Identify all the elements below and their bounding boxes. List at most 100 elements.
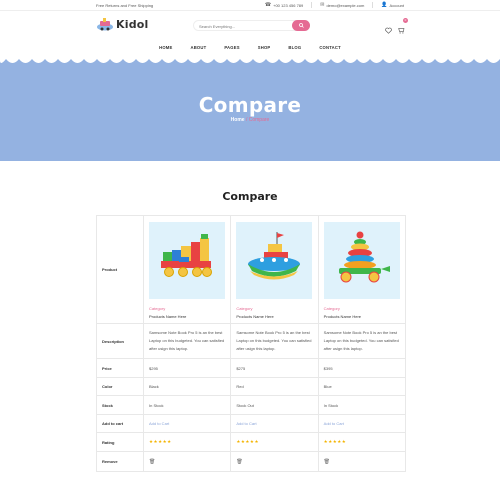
price-cell: $395 [317, 358, 407, 378]
remove-cell: 🗑 [142, 451, 232, 472]
nav-item-blog[interactable]: BLOG [279, 45, 310, 50]
search-input[interactable] [199, 22, 289, 30]
table-row-price: Price $295 $275 $395 [96, 358, 407, 378]
rating-cell: ★★★★★ [317, 432, 407, 452]
table-row-color: Color Black Red Blue [96, 377, 407, 396]
table-row-stock: Stock In Stock Stock Out In Stock [96, 395, 407, 415]
description-cell: Samsome Note Book Pro 5 is an the best L… [230, 323, 319, 359]
row-label-product: Product [96, 215, 144, 324]
row-label-rating: Rating [96, 432, 144, 452]
cart-count-badge: 0 [403, 18, 408, 23]
row-label-color: Color [96, 377, 144, 396]
phone-icon: ☎ [264, 2, 272, 8]
cart-cell: Add to Cart [317, 414, 407, 433]
user-icon: 👤 [381, 2, 388, 8]
nav-item-contact[interactable]: CONTACT [310, 45, 350, 50]
star-rating: ★★★★★ [149, 439, 172, 444]
search-icon [298, 23, 304, 28]
promo-text: Free Returns and Free Shipping [96, 3, 154, 8]
toy-stacker-icon [338, 231, 390, 283]
banner-wave-edge [0, 57, 500, 63]
email-link[interactable]: ✉ demo@example.com [320, 2, 364, 8]
rating-cell: ★★★★★ [230, 432, 319, 452]
header-actions: 0 [385, 18, 408, 39]
table-row-add-to-cart: Add to cart Add to Cart Add to Cart Add … [96, 414, 407, 433]
add-to-cart-link[interactable]: Add to Cart [149, 421, 169, 426]
product-cell: Category Products Name Here [230, 215, 319, 324]
mail-icon: ✉ [320, 2, 325, 8]
cart-cell: Add to Cart [142, 414, 232, 433]
star-rating: ★★★★★ [323, 439, 347, 444]
table-row-description: Description Samsome Note Book Pro 5 is a… [96, 323, 407, 359]
top-bar-contacts: ☎ +00 123 456 789 ✉ demo@example.com 👤 A… [265, 2, 404, 8]
cart-cell: Add to Cart [230, 414, 319, 433]
rating-cell: ★★★★★ [142, 432, 232, 452]
logo-icon [97, 18, 113, 31]
product-cell: Category Products Name Here [317, 215, 407, 324]
stock-cell: Stock Out [230, 395, 319, 415]
search-bar [193, 20, 310, 31]
remove-cell: 🗑 [317, 451, 407, 472]
add-to-cart-link[interactable]: Add to Cart [236, 421, 256, 426]
table-row-product: Product Category Products Name Here Cate… [96, 215, 407, 324]
phone-link[interactable]: ☎ +00 123 456 789 [265, 2, 303, 8]
table-row-rating: Rating ★★★★★ ★★★★★ ★★★★★ [96, 432, 407, 452]
divider [372, 2, 374, 8]
row-label-description: Description [96, 323, 144, 359]
site-logo[interactable]: Kidol [96, 17, 149, 31]
stock-cell: In Stock [317, 395, 407, 415]
trash-icon[interactable]: 🗑 [236, 459, 242, 465]
page-title: Compare [198, 93, 302, 117]
stock-cell: In Stock [142, 395, 232, 415]
wishlist-icon[interactable] [385, 27, 392, 34]
product-name[interactable]: Products Name Here [236, 314, 312, 319]
color-cell: Blue [317, 377, 407, 396]
remove-cell: 🗑 [230, 451, 319, 472]
cart-icon [398, 28, 405, 34]
product-name[interactable]: Products Name Here [324, 314, 400, 319]
search-button[interactable] [292, 20, 310, 31]
product-image-toy-train[interactable] [149, 222, 225, 299]
nav-item-home[interactable]: HOME [150, 45, 181, 50]
account-link[interactable]: 👤 Account [381, 2, 404, 8]
trash-icon[interactable]: 🗑 [324, 459, 330, 465]
top-bar: Free Returns and Free Shipping ☎ +00 123… [0, 0, 500, 11]
price-cell: $295 [142, 358, 232, 378]
color-cell: Black [142, 377, 232, 396]
email-address: demo@example.com [326, 2, 365, 8]
breadcrumb-home[interactable]: Home [231, 117, 245, 123]
product-category[interactable]: Category [236, 306, 312, 311]
product-name[interactable]: Products Name Here [149, 314, 225, 319]
color-cell: Red [230, 377, 319, 396]
breadcrumb: Home / Compare [0, 117, 500, 123]
product-image-toy-stacker[interactable] [323, 222, 400, 299]
table-row-remove: Remove 🗑 🗑 🗑 [96, 451, 407, 472]
phone-number: +00 123 456 789 [273, 2, 304, 8]
row-label-price: Price [96, 358, 144, 378]
trash-icon[interactable]: 🗑 [149, 459, 155, 465]
star-rating: ★★★★★ [236, 439, 259, 444]
product-image-toy-boat[interactable] [236, 222, 313, 299]
product-cell: Category Products Name Here [142, 215, 232, 324]
account-label: Account [389, 2, 404, 8]
main-nav: HOME ABOUT PAGES SHOP BLOG CONTACT [0, 45, 500, 50]
row-label-stock: Stock [96, 395, 144, 415]
row-label-remove: Remove [96, 451, 144, 472]
logo-text: Kidol [116, 17, 149, 31]
breadcrumb-current: Compare [248, 117, 270, 123]
product-category[interactable]: Category [149, 306, 225, 311]
toy-train-icon [161, 234, 212, 277]
cart-button[interactable]: 0 [398, 18, 408, 39]
toy-boat-icon [248, 232, 301, 280]
add-to-cart-link[interactable]: Add to Cart [324, 421, 344, 426]
nav-item-shop[interactable]: SHOP [249, 45, 280, 50]
section-title: Compare [222, 190, 278, 203]
nav-item-about[interactable]: ABOUT [181, 45, 215, 50]
nav-item-pages[interactable]: PAGES [215, 45, 248, 50]
product-category[interactable]: Category [324, 306, 400, 311]
description-cell: Samsome Note Book Pro 5 is an the best L… [142, 323, 232, 359]
row-label-add-to-cart: Add to cart [96, 414, 144, 433]
description-cell: Samsome Note Book Pro 5 is an the best L… [317, 323, 407, 359]
divider [311, 2, 313, 8]
price-cell: $275 [230, 358, 319, 378]
